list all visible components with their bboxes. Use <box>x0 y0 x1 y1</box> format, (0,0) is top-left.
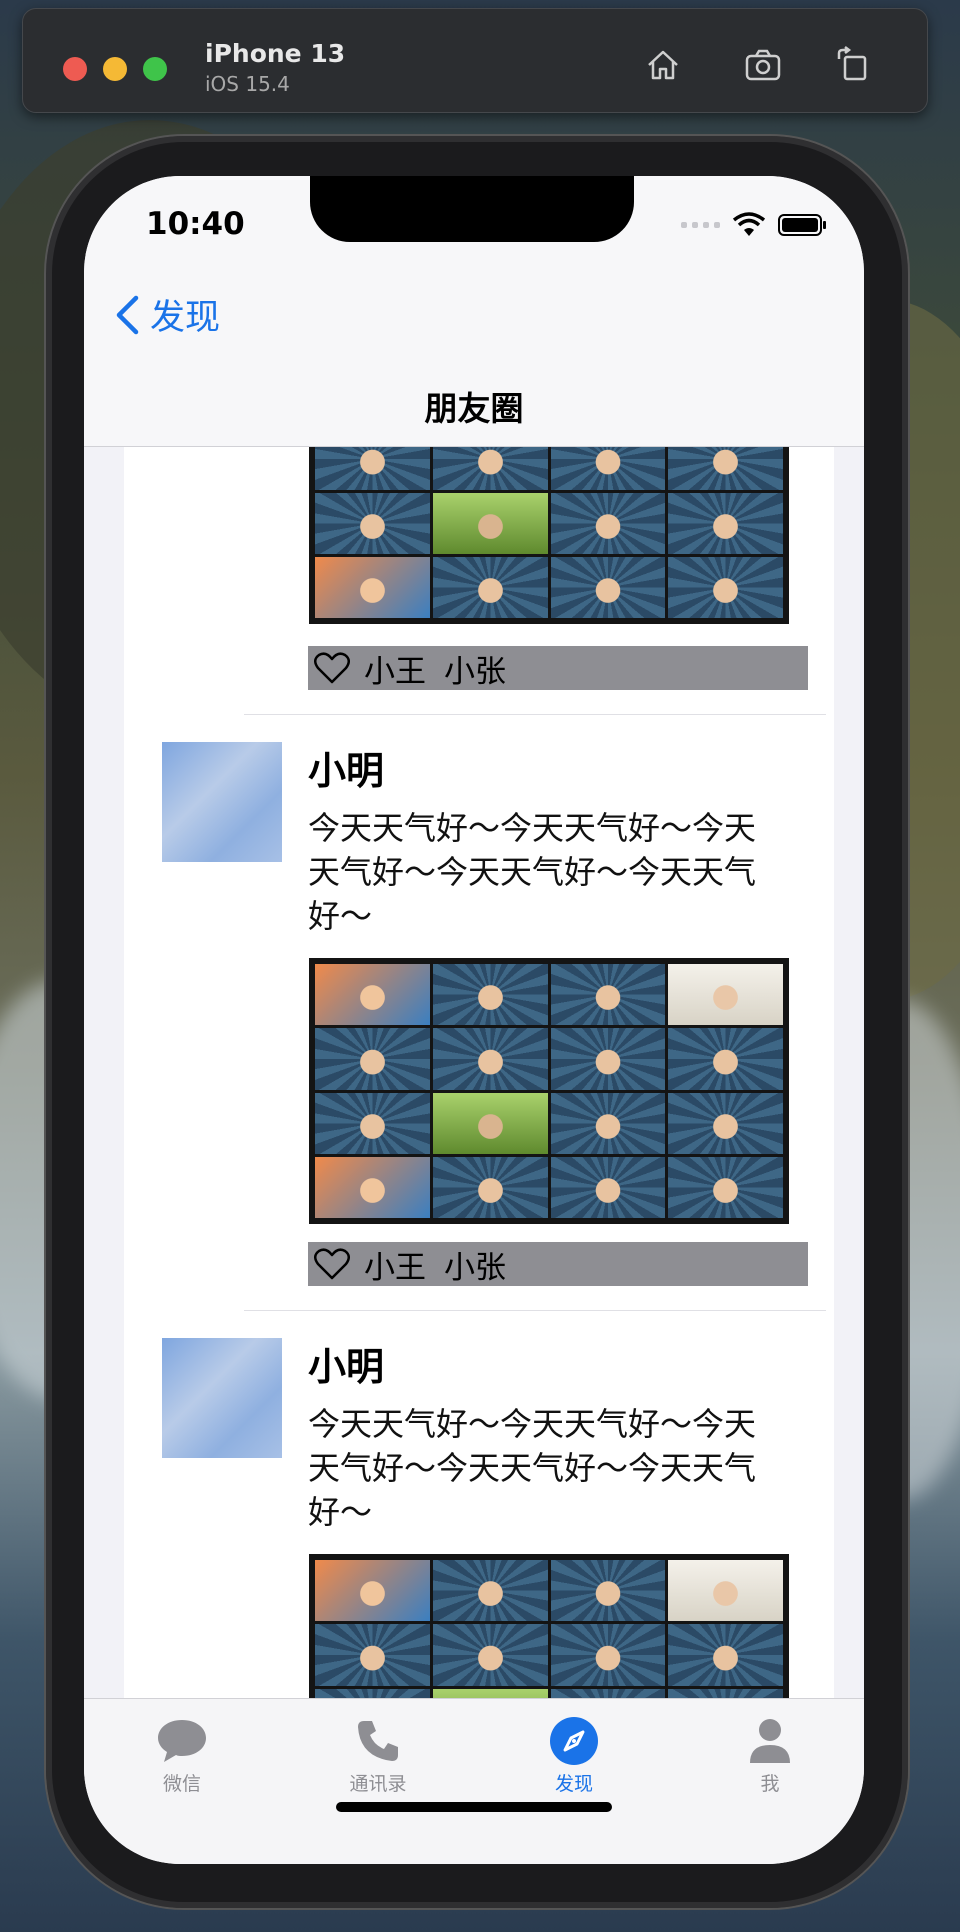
back-button[interactable]: 发现 <box>114 289 220 340</box>
chat-bubble-icon <box>158 1720 206 1762</box>
tab-me[interactable]: 我 <box>710 1715 830 1796</box>
liker-name: 小王 <box>364 1249 426 1286</box>
liker-name: 小王 <box>364 653 426 690</box>
close-window-button[interactable] <box>63 57 87 81</box>
rotate-icon[interactable] <box>833 45 873 85</box>
likes-bar: 小王 小张 <box>308 646 808 690</box>
post-text: 今天天气好～今天天气好～今天天气好～今天天气好～今天天气好～ <box>308 809 757 935</box>
minimize-window-button[interactable] <box>103 57 127 81</box>
chevron-left-icon <box>116 295 139 334</box>
home-icon[interactable] <box>643 45 683 85</box>
back-label: 发现 <box>150 298 221 338</box>
page-title: 朋友圈 <box>424 389 524 428</box>
likes-bar: 小王 小张 <box>308 1242 808 1286</box>
post-photo[interactable] <box>309 1554 789 1698</box>
status-icons <box>681 212 828 238</box>
tab-label: 通讯录 <box>349 1773 407 1795</box>
liker-name: 小张 <box>444 1249 506 1286</box>
status-time: 10:40 <box>146 206 245 242</box>
phone-icon <box>358 1721 398 1761</box>
divider <box>244 1310 826 1311</box>
liker-name: 小张 <box>444 653 506 690</box>
person-icon <box>750 1719 790 1763</box>
phone-screen: 10:40 发现 朋友圈 小王 小张 小明 今天天气好～今天天气好～今天天气好～… <box>84 176 864 1864</box>
tab-label: 微信 <box>162 1773 201 1795</box>
tab-discover[interactable]: 发现 <box>514 1715 634 1796</box>
device-name: iPhone 13 <box>205 39 346 68</box>
os-version: iOS 15.4 <box>205 72 290 96</box>
camera-icon[interactable] <box>743 45 783 85</box>
compass-icon <box>550 1717 598 1765</box>
tab-contacts[interactable]: 通讯录 <box>318 1715 438 1796</box>
notch <box>310 176 634 242</box>
home-indicator[interactable] <box>336 1802 612 1812</box>
cellular-signal-icon <box>681 222 720 228</box>
post-photo[interactable] <box>309 446 789 624</box>
simulator-title-bar: iPhone 13 iOS 15.4 <box>22 8 928 113</box>
tab-label: 发现 <box>554 1773 593 1795</box>
tab-wechat[interactable]: 微信 <box>122 1715 242 1796</box>
tab-bar: 微信 通讯录 发现 我 <box>84 1698 864 1864</box>
post-author[interactable]: 小明 <box>308 740 384 795</box>
heart-icon[interactable] <box>314 1248 350 1280</box>
tab-label: 我 <box>760 1773 780 1795</box>
heart-icon[interactable] <box>314 652 350 684</box>
zoom-window-button[interactable] <box>143 57 167 81</box>
post-author[interactable]: 小明 <box>308 1336 384 1391</box>
avatar[interactable] <box>162 1338 282 1458</box>
post-photo[interactable] <box>309 958 789 1224</box>
wifi-icon <box>732 212 766 236</box>
battery-icon <box>778 214 826 236</box>
post-text: 今天天气好～今天天气好～今天天气好～今天天气好～今天天气好～ <box>308 1405 757 1531</box>
avatar[interactable] <box>162 742 282 862</box>
divider <box>244 714 826 715</box>
moments-feed[interactable]: 小王 小张 小明 今天天气好～今天天气好～今天天气好～今天天气好～今天天气好～ … <box>124 446 834 1698</box>
